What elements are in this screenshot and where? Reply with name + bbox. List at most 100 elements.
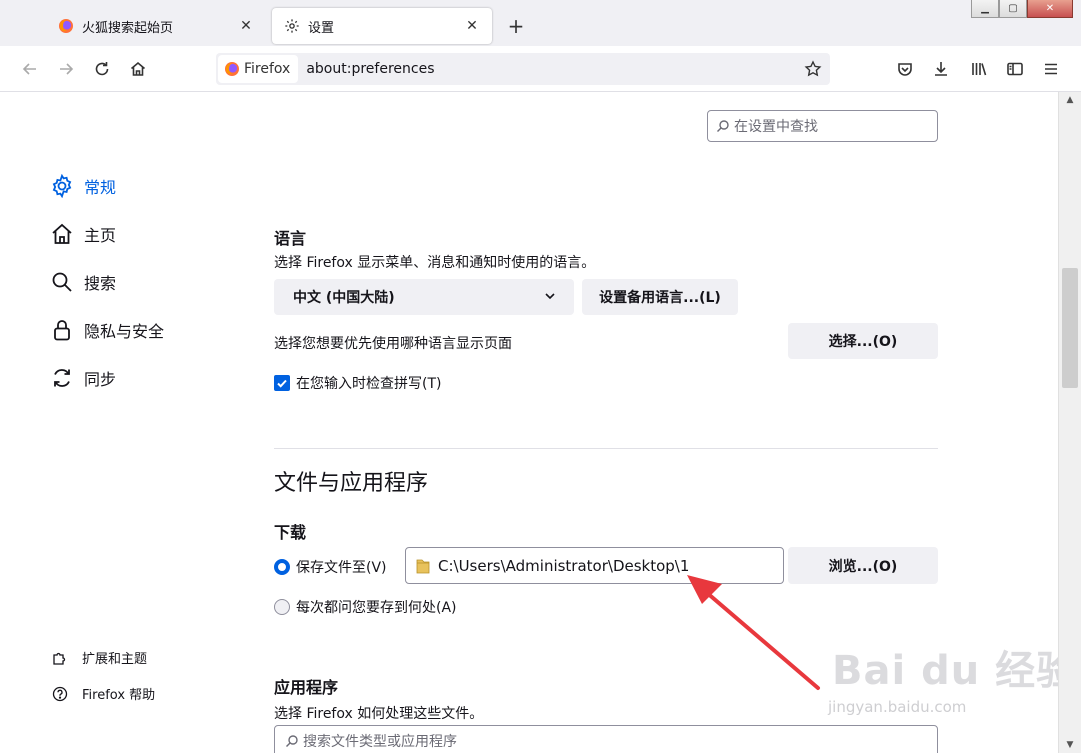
folder-icon <box>416 559 430 573</box>
settings-search-input[interactable]: 在设置中查找 <box>707 110 938 142</box>
close-window-button[interactable]: ✕ <box>1027 0 1073 18</box>
language-heading: 语言 <box>274 229 307 248</box>
download-path-text: C:\Users\Administrator\Desktop\1 <box>438 556 690 575</box>
choose-language-button[interactable]: 选择...(O) <box>788 323 938 359</box>
arrow-right-icon <box>60 63 74 75</box>
chevron-down-icon <box>545 293 555 300</box>
baidu-watermark: Bai du 经验 jingyan.baidu.com <box>820 632 1058 732</box>
sync-icon <box>54 369 70 387</box>
home-button[interactable] <box>125 56 151 82</box>
category-sync[interactable]: 同步 <box>50 363 116 393</box>
always-ask-radio[interactable] <box>274 599 290 615</box>
star-icon <box>804 60 822 77</box>
footer-label: Firefox 帮助 <box>82 688 156 703</box>
vertical-scrollbar[interactable]: ▲ ▼ <box>1058 92 1081 753</box>
language-description: 选择 Firefox 显示菜单、消息和通知时使用的语言。 <box>274 255 596 271</box>
language-select[interactable]: 中文 (中国大陆) <box>274 279 574 315</box>
watermark-logo-text: Bai du 经验 <box>832 648 1058 694</box>
search-icon <box>286 735 298 747</box>
sidebar-icon <box>1007 62 1023 76</box>
scroll-down-arrow-icon[interactable]: ▼ <box>1059 737 1081 753</box>
new-tab-button[interactable]: + <box>504 14 528 38</box>
scroll-up-arrow-icon[interactable]: ▲ <box>1059 92 1081 108</box>
category-label: 同步 <box>84 370 117 389</box>
lock-icon <box>54 320 70 341</box>
category-label: 主页 <box>84 226 117 245</box>
close-icon[interactable]: ✕ <box>238 18 254 34</box>
puzzle-icon <box>53 652 66 665</box>
bookmark-star-button[interactable] <box>800 56 826 82</box>
firefox-logo-icon <box>59 19 73 33</box>
forward-button[interactable] <box>53 56 79 82</box>
spellcheck-label: 在您输入时检查拼写(T) <box>296 376 442 392</box>
tab-label: 设置 <box>308 20 335 36</box>
reload-button[interactable] <box>89 56 115 82</box>
scrollbar-thumb[interactable] <box>1062 268 1078 388</box>
identity-label: Firefox <box>244 61 291 77</box>
files-apps-heading: 文件与应用程序 <box>274 471 429 496</box>
category-home[interactable]: 主页 <box>50 219 116 249</box>
pocket-button[interactable] <box>892 56 918 82</box>
applications-heading: 应用程序 <box>274 678 339 697</box>
sidebar-button[interactable] <box>1002 56 1028 82</box>
close-icon[interactable]: ✕ <box>464 18 480 34</box>
search-placeholder: 在设置中查找 <box>734 119 818 135</box>
category-label: 搜索 <box>84 274 117 293</box>
section-divider <box>274 448 938 449</box>
downloads-button[interactable] <box>928 56 954 82</box>
menu-button[interactable] <box>1038 56 1064 82</box>
category-label: 常规 <box>84 178 117 197</box>
category-search[interactable]: 搜索 <box>50 267 116 297</box>
spellcheck-option[interactable]: 在您输入时检查拼写(T) <box>274 373 441 393</box>
set-alternatives-button[interactable]: 设置备用语言...(L) <box>582 279 738 315</box>
applications-description: 选择 Firefox 如何处理这些文件。 <box>274 706 484 722</box>
downloads-heading: 下载 <box>274 523 307 542</box>
title-bar: 火狐搜索起始页 ✕ 设置 ✕ + ▁ ▢ ✕ <box>0 0 1081 46</box>
footer-label: 扩展和主题 <box>82 652 148 667</box>
category-label: 隐私与安全 <box>84 322 165 341</box>
library-icon <box>972 63 987 76</box>
hamburger-menu-icon <box>1045 63 1057 75</box>
url-bar[interactable]: Firefox about:preferences <box>216 53 830 85</box>
download-icon <box>935 62 947 76</box>
save-to-label: 保存文件至(V) <box>296 560 387 576</box>
watermark-url: jingyan.baidu.com <box>828 698 967 716</box>
always-ask-label: 每次都问您要存到何处(A) <box>296 600 457 616</box>
extensions-themes-link[interactable]: 扩展和主题 <box>52 648 147 667</box>
spellcheck-checkbox[interactable] <box>274 375 290 391</box>
preferences-page: 在设置中查找 常规 主页 搜索 隐私与安全 同步 扩展和主题 Firefox 帮… <box>0 92 1058 753</box>
search-icon <box>717 120 729 132</box>
maximize-button[interactable]: ▢ <box>999 0 1027 18</box>
filetype-search-placeholder: 搜索文件类型或应用程序 <box>303 734 457 750</box>
back-button[interactable] <box>17 56 43 82</box>
search-icon <box>52 272 72 292</box>
page-language-label: 选择您想要优先使用哪种语言显示页面 <box>274 336 512 352</box>
category-general[interactable]: 常规 <box>50 171 116 201</box>
minimize-button[interactable]: ▁ <box>971 0 999 18</box>
reload-icon <box>95 62 109 76</box>
pocket-icon <box>898 63 912 76</box>
tab-firefox-home[interactable]: 火狐搜索起始页 ✕ <box>46 8 266 44</box>
gear-icon <box>285 19 299 33</box>
browse-button[interactable]: 浏览...(O) <box>788 547 938 584</box>
arrow-left-icon <box>22 63 36 75</box>
checkmark-icon <box>277 379 287 388</box>
gear-icon <box>52 174 72 198</box>
save-to-option[interactable]: 保存文件至(V) <box>274 557 387 577</box>
help-icon <box>52 686 68 701</box>
save-to-radio[interactable] <box>274 559 290 575</box>
url-text[interactable]: about:preferences <box>306 61 800 77</box>
window-controls: ▁ ▢ ✕ <box>971 0 1073 18</box>
tab-settings[interactable]: 设置 ✕ <box>272 8 492 44</box>
library-button[interactable] <box>966 56 992 82</box>
firefox-help-link[interactable]: Firefox 帮助 <box>52 684 155 703</box>
identity-box[interactable]: Firefox <box>218 55 299 83</box>
firefox-logo-icon <box>225 62 239 76</box>
language-selected-value: 中文 (中国大陆) <box>293 290 395 306</box>
always-ask-option[interactable]: 每次都问您要存到何处(A) <box>274 597 457 617</box>
home-icon <box>130 61 146 76</box>
download-folder-field[interactable]: C:\Users\Administrator\Desktop\1 <box>405 547 784 584</box>
category-privacy[interactable]: 隐私与安全 <box>50 315 164 345</box>
tab-label: 火狐搜索起始页 <box>82 20 174 36</box>
home-icon <box>52 223 72 244</box>
